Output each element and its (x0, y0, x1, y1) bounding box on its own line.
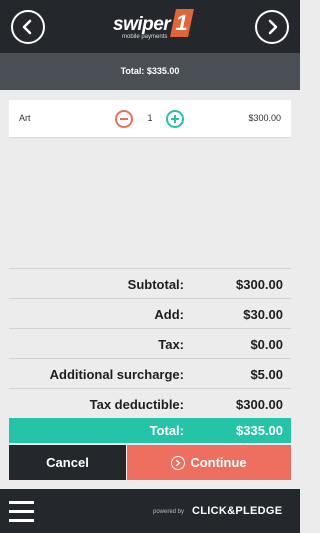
summary-row-tax-deductible: Tax deductible: $300.00 (9, 388, 291, 418)
summary-row-tax: Tax: $0.00 (9, 328, 291, 358)
total-label: Total: (149, 423, 184, 438)
summary-row-subtotal: Subtotal: $300.00 (9, 268, 291, 298)
arrow-right-icon (268, 19, 278, 35)
minus-icon (120, 118, 128, 120)
continue-button[interactable]: Continue (127, 445, 291, 480)
item-price: $300.00 (248, 113, 281, 123)
continue-label: Continue (190, 455, 247, 470)
cancel-label: Cancel (46, 455, 89, 470)
top-bar: swiper 1 mobile payments (0, 0, 300, 53)
arrow-left-icon (22, 19, 32, 35)
menu-icon[interactable] (9, 501, 34, 523)
powered-by-text: powered by (153, 509, 185, 515)
chevron-right-icon (171, 455, 186, 470)
swiper-logo: swiper 1 mobile payments (113, 9, 211, 45)
cancel-button[interactable]: Cancel (9, 445, 126, 480)
total-banner: Total: $335.00 (0, 53, 300, 90)
back-button[interactable] (11, 10, 45, 44)
item-name: Art (19, 113, 31, 123)
cart-item-row: Art 1 $300.00 (9, 100, 291, 138)
clickandpledge-logo: CLICK&PLEDGE (192, 505, 283, 517)
increase-quantity-button[interactable] (166, 110, 184, 128)
forward-button[interactable] (255, 10, 289, 44)
total-row: Total: $335.00 (9, 418, 291, 443)
quantity-value: 1 (147, 113, 153, 123)
summary-row-surcharge: Additional surcharge: $5.00 (9, 358, 291, 388)
footer-bar: powered by CLICK&PLEDGE (0, 489, 300, 533)
total-value: $335.00 (236, 423, 283, 438)
summary-table: Subtotal: $300.00 Add: $30.00 Tax: $0.00… (9, 268, 291, 418)
plus-icon (171, 115, 179, 123)
decrease-quantity-button[interactable] (115, 110, 133, 128)
summary-row-add: Add: $30.00 (9, 298, 291, 328)
